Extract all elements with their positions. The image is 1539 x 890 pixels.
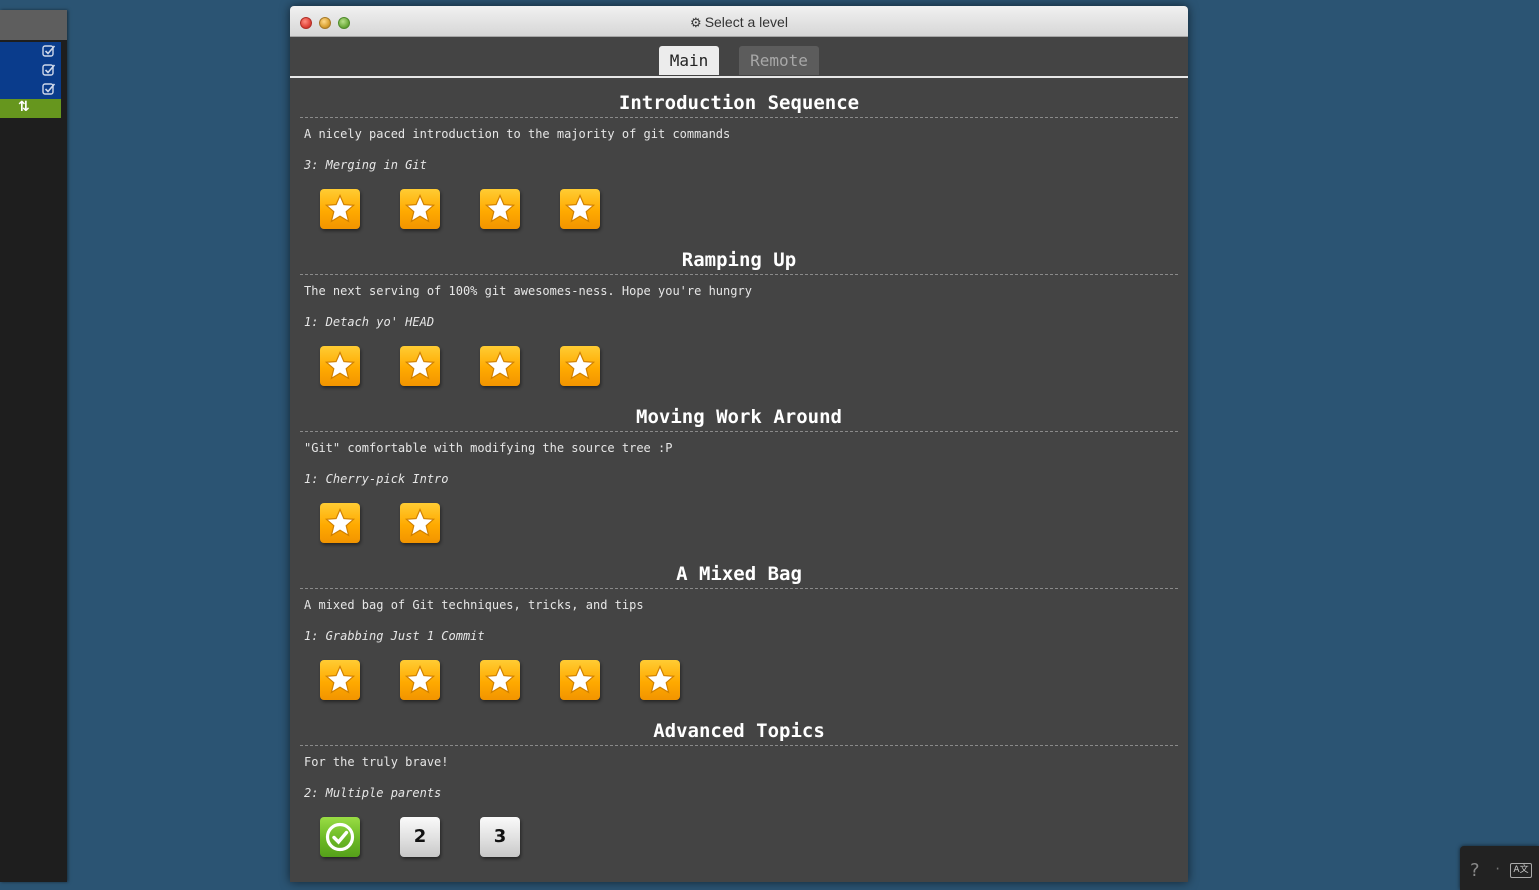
level-star-icon[interactable] [480,189,520,229]
level-star-icon[interactable] [560,346,600,386]
level-star-icon[interactable] [320,503,360,543]
level-star-icon[interactable] [400,660,440,700]
level-star-icon[interactable] [560,660,600,700]
sequence-title: Introduction Sequence [300,89,1178,118]
background-command-panel: ⇅ [0,10,67,882]
level-checkmark-icon[interactable] [320,817,360,857]
level-icon-row [300,660,1178,706]
command-history-row [0,80,61,99]
level-star-icon[interactable] [480,346,520,386]
level-star-icon[interactable] [400,189,440,229]
checkbox-icon [42,45,56,57]
sequence-description: For the truly brave! [304,755,449,769]
sequence-current-level: 2: Multiple parents [304,786,442,800]
sequence-current-level: 1: Detach yo' HEAD [304,315,435,329]
window-title-text: Select a level [704,14,788,30]
checkbox-icon [42,83,56,95]
level-star-icon[interactable] [560,189,600,229]
level-icon-row: 23 [300,817,1178,863]
separator-dot: · [1494,862,1502,876]
level-star-icon[interactable] [320,346,360,386]
level-star-icon[interactable] [640,660,680,700]
sequence-title: Advanced Topics [300,717,1178,746]
sequence-section: Advanced Topics For the truly brave! 2: Mu… [300,717,1178,863]
sync-arrows-icon: ⇅ [18,99,30,115]
command-history-row [0,61,61,80]
tab-bar: Main Remote [290,46,1188,78]
language-icon[interactable]: A文 [1510,863,1532,878]
sequence-current-level: 1: Grabbing Just 1 Commit [304,629,485,643]
sequence-section: A Mixed Bag A mixed bag of Git techniques… [300,560,1178,706]
sequence-description: The next serving of 100% git awesomes-ne… [304,284,752,298]
level-star-icon[interactable] [400,503,440,543]
sequence-description: A nicely paced introduction to the major… [304,127,731,141]
window-titlebar: ⚙ Select a level [290,6,1188,37]
sequence-section: Introduction Sequence A nicely paced intr… [300,89,1178,235]
level-icon-row [300,189,1178,235]
level-number-button[interactable]: 2 [400,817,440,857]
level-star-icon[interactable] [320,189,360,229]
level-icon-row [300,346,1178,392]
help-icon[interactable]: ? [1470,860,1480,881]
sequence-title: A Mixed Bag [300,560,1178,589]
gear-icon: ⚙ [690,15,702,30]
sequence-section: Moving Work Around "Git" comfortable with… [300,403,1178,549]
tab-main[interactable]: Main [659,46,719,75]
sequence-description: "Git" comfortable with modifying the sou… [304,441,673,455]
sequence-current-level: 1: Cherry-pick Intro [304,472,449,486]
sequence-current-level: 3: Merging in Git [304,158,427,172]
level-select-window: ⚙ Select a level Main Remote Introduction… [290,6,1188,882]
sequence-section: Ramping Up The next serving of 100% git a… [300,246,1178,392]
help-controls: ? · A文 [1460,846,1539,890]
level-star-icon[interactable] [480,660,520,700]
sequence-description: A mixed bag of Git techniques, tricks, a… [304,598,644,612]
level-star-icon[interactable] [320,660,360,700]
sequence-title: Ramping Up [300,246,1178,275]
tab-remote[interactable]: Remote [739,46,819,75]
sequence-title: Moving Work Around [300,403,1178,432]
command-history-row-active: ⇅ [0,99,61,118]
command-panel-header [0,10,67,40]
window-title: ⚙ Select a level [290,14,1188,31]
level-icon-row [300,503,1178,549]
checkbox-icon [42,64,56,76]
level-number-button[interactable]: 3 [480,817,520,857]
level-star-icon[interactable] [400,346,440,386]
command-history-row [0,42,61,61]
